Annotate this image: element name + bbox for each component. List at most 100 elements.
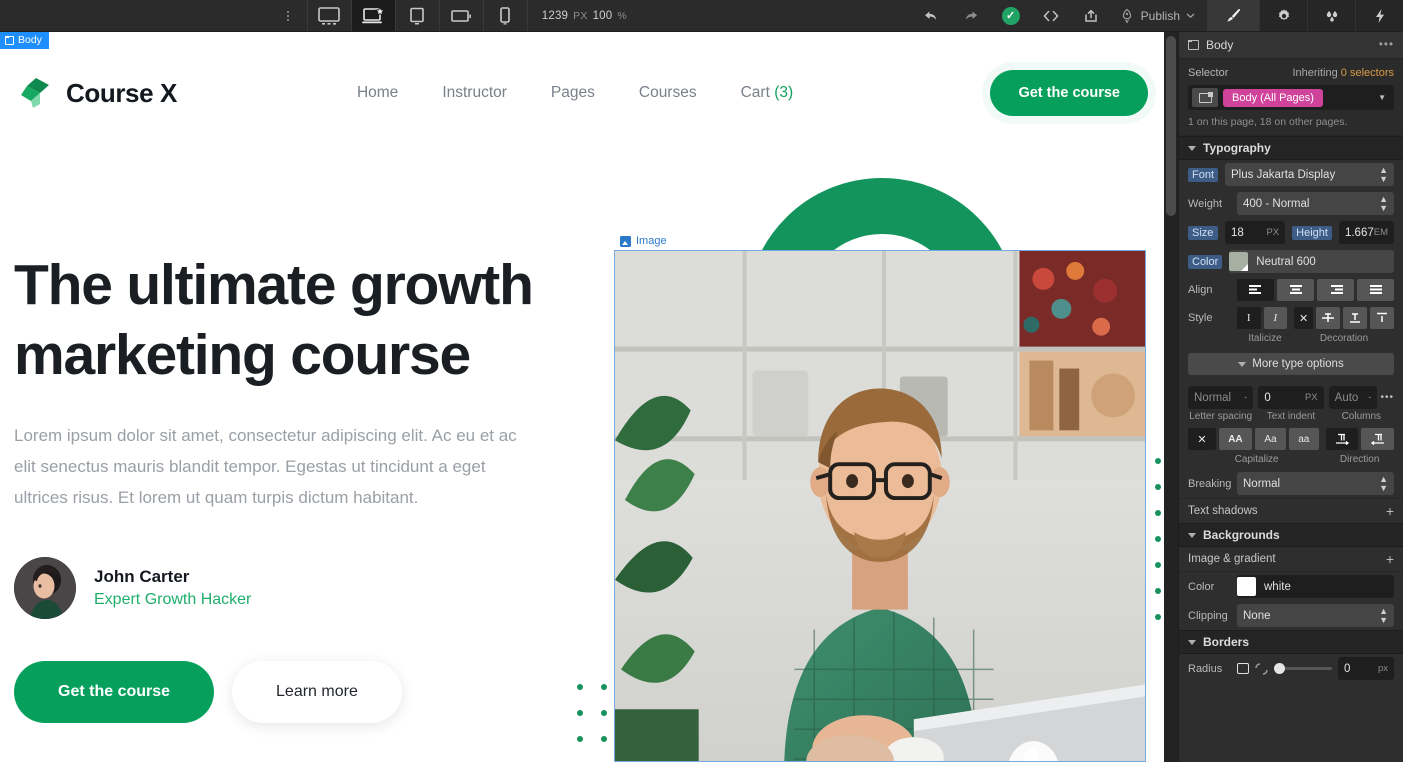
image-gradient-row[interactable]: Image & gradient + [1179, 547, 1403, 571]
save-status-button[interactable]: ✓ [991, 0, 1031, 31]
weight-select[interactable]: 400 - Normal ▲ ▼ [1237, 192, 1394, 215]
radius-input[interactable]: 0 px [1338, 657, 1394, 680]
publish-button[interactable]: Publish [1111, 0, 1207, 31]
nav-link-cart[interactable]: Cart (3) [741, 84, 794, 102]
section-borders[interactable]: Borders [1179, 630, 1403, 654]
radius-all-icon[interactable] [1237, 663, 1249, 674]
columns-input[interactable]: Auto - [1328, 386, 1378, 409]
columns-placeholder: - [1368, 392, 1372, 403]
decoration-underline-button[interactable] [1343, 307, 1368, 329]
columns-cell: Auto - ••• [1328, 386, 1394, 409]
height-input[interactable]: 1.667 EM [1338, 221, 1394, 244]
design-canvas[interactable]: Body Course X Home Instructor Pages Cour… [0, 32, 1164, 762]
interactions-icon [1326, 10, 1337, 22]
background-color-field[interactable]: white [1237, 575, 1394, 598]
selector-tag[interactable]: Body (All Pages) [1223, 88, 1323, 107]
nav-link-instructor[interactable]: Instructor [442, 84, 507, 102]
gear-icon [1278, 8, 1289, 20]
phone-icon [500, 6, 511, 24]
align-left-button[interactable] [1237, 279, 1274, 301]
align-justify-button[interactable] [1357, 279, 1394, 301]
author-block[interactable]: John Carter Expert Growth Hacker [14, 557, 559, 619]
direction-ltr-button[interactable] [1325, 428, 1359, 450]
color-row: Color Neutral 600 [1179, 247, 1403, 276]
vertical-dots-icon[interactable] [270, 0, 308, 31]
hero-secondary-button[interactable]: Learn more [232, 661, 402, 723]
device-tablet-portrait-button[interactable] [396, 0, 440, 31]
share-button[interactable] [1071, 0, 1111, 31]
section-typography[interactable]: Typography [1179, 136, 1403, 160]
device-laptop-button[interactable] [351, 0, 396, 31]
image-element-badge[interactable]: Image [620, 235, 667, 247]
redo-button[interactable] [951, 0, 991, 31]
selected-element-badge[interactable]: Body [0, 32, 49, 49]
upright-button[interactable]: I [1237, 307, 1261, 329]
hero-heading[interactable]: The ultimate growth marketing course [14, 250, 559, 390]
align-left-icon [1248, 284, 1261, 294]
font-select[interactable]: Plus Jakarta Display ▲ ▼ [1225, 163, 1394, 186]
canvas-surface[interactable]: Body Course X Home Instructor Pages Cour… [0, 32, 1164, 762]
decoration-strikethrough-button[interactable] [1316, 307, 1341, 329]
more-type-options-button[interactable]: More type options [1188, 353, 1394, 375]
size-input[interactable]: 18 PX [1225, 221, 1286, 244]
hero-image[interactable] [614, 250, 1146, 762]
breaking-select[interactable]: Normal ▲ ▼ [1237, 472, 1394, 495]
radius-slider[interactable] [1274, 663, 1332, 674]
add-text-shadow-button[interactable]: + [1386, 504, 1394, 518]
interactions-panel-button[interactable] [1307, 0, 1356, 31]
canvas-scrollbar-thumb[interactable] [1166, 36, 1176, 216]
text-indent-input[interactable]: 0 PX [1258, 386, 1324, 409]
nav-link-courses[interactable]: Courses [639, 84, 697, 102]
capitalize-lowercase-button[interactable]: aa [1288, 428, 1319, 450]
align-center-icon [1289, 284, 1302, 294]
quick-actions-button[interactable] [1355, 0, 1403, 31]
align-center-button[interactable] [1277, 279, 1314, 301]
chevron-down-icon[interactable]: ▼ [1378, 93, 1386, 102]
background-color-swatch[interactable] [1237, 577, 1256, 596]
color-field[interactable]: Neutral 600 [1229, 250, 1394, 273]
italic-button[interactable]: I [1263, 307, 1288, 329]
device-mobile-button[interactable] [484, 0, 528, 31]
nav-link-pages[interactable]: Pages [551, 84, 595, 102]
columns-more-icon[interactable]: ••• [1380, 392, 1394, 403]
monitor-icon [318, 6, 341, 25]
selector-preview-icon[interactable] [1192, 88, 1218, 107]
direction-rtl-button[interactable] [1361, 428, 1395, 450]
nav-link-home[interactable]: Home [357, 84, 398, 102]
style-panel-button[interactable] [1207, 0, 1260, 31]
device-desktop-button[interactable] [308, 0, 352, 31]
capitalize-uppercase-button[interactable]: AA [1218, 428, 1252, 450]
clipping-select[interactable]: None ▲ ▼ [1237, 604, 1394, 627]
align-right-button[interactable] [1317, 279, 1354, 301]
hero-paragraph[interactable]: Lorem ipsum dolor sit amet, consectetur … [14, 420, 539, 513]
device-tablet-landscape-button[interactable] [440, 0, 484, 31]
color-swatch[interactable] [1229, 252, 1249, 271]
decoration-none-button[interactable]: ✕ [1294, 307, 1314, 329]
style-panel: Body ••• Selector Inheriting 0 selectors… [1178, 32, 1403, 762]
code-export-button[interactable] [1031, 0, 1071, 31]
navbar-cta-button[interactable]: Get the course [990, 70, 1148, 116]
letter-spacing-input[interactable]: Normal - [1188, 386, 1254, 409]
undo-button[interactable] [911, 0, 951, 31]
site-navbar[interactable]: Course X Home Instructor Pages Courses C… [0, 48, 1164, 138]
radius-slider-thumb[interactable] [1274, 663, 1285, 674]
panel-more-icon[interactable]: ••• [1379, 39, 1394, 51]
chevron-down-icon [1186, 13, 1195, 19]
hero-primary-button[interactable]: Get the course [14, 661, 215, 723]
size-height-row: Size 18 PX Height 1.667 EM [1179, 218, 1403, 247]
capitalize-capitalize-button[interactable]: Aa [1254, 428, 1286, 450]
add-image-gradient-button[interactable]: + [1386, 552, 1394, 566]
section-backgrounds[interactable]: Backgrounds [1179, 523, 1403, 547]
settings-panel-button[interactable] [1259, 0, 1308, 31]
text-shadows-row[interactable]: Text shadows + [1179, 499, 1403, 523]
selector-field[interactable]: Body (All Pages) ▼ [1188, 85, 1394, 110]
green-check-icon: ✓ [1001, 6, 1020, 25]
inheriting-count[interactable]: 0 selectors [1341, 67, 1394, 79]
decoration-buttons: ✕ [1294, 307, 1395, 329]
canvas-scrollbar[interactable] [1164, 32, 1178, 762]
capitalize-none-button[interactable]: ✕ [1188, 428, 1216, 450]
brand-logo[interactable]: Course X [16, 74, 177, 112]
panel-title: Body [1206, 38, 1234, 52]
radius-individual-icon[interactable] [1255, 662, 1268, 675]
decoration-overline-button[interactable] [1370, 307, 1395, 329]
